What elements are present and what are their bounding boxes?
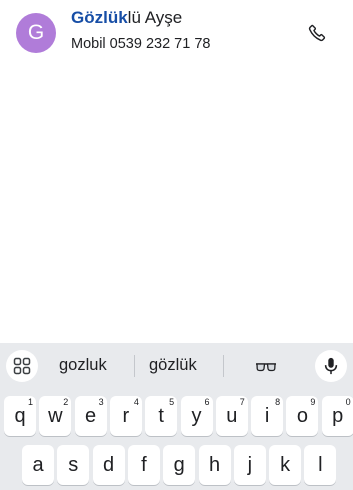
key-r[interactable]: r4 (109, 396, 142, 436)
key-p[interactable]: p0 (321, 396, 353, 436)
suggestion-divider (134, 355, 135, 377)
suggestion-bar: gozluk gözlük (0, 343, 353, 389)
key-o[interactable]: o9 (286, 396, 319, 436)
key-number-hint: 9 (310, 397, 316, 407)
key-label: p (332, 405, 344, 427)
suggestion-1[interactable]: gozluk (59, 356, 107, 375)
key-number-hint: 8 (275, 397, 281, 407)
key-i[interactable]: i8 (251, 396, 284, 436)
key-number-hint: 0 (345, 397, 351, 407)
key-d[interactable]: d (92, 445, 125, 485)
key-g[interactable]: g (163, 445, 196, 485)
glasses-emoji-suggestion[interactable] (255, 358, 277, 374)
key-label: e (85, 405, 97, 427)
key-l[interactable]: l (304, 445, 337, 485)
key-w[interactable]: w2 (39, 396, 72, 436)
contact-name-match: Gözlük (71, 8, 128, 27)
call-button[interactable] (303, 19, 331, 47)
contact-phone-detail: Mobil 0539 232 71 78 (71, 36, 211, 52)
key-h[interactable]: h (198, 445, 231, 485)
key-number-hint: 5 (169, 397, 175, 407)
key-e[interactable]: e3 (74, 396, 107, 436)
on-screen-keyboard: gozluk gözlük q1w2e3r4t5y6u7i8o9p0 asdfg… (0, 343, 353, 490)
key-label: q (14, 405, 26, 427)
key-number-hint: 1 (27, 397, 33, 407)
key-t[interactable]: t5 (145, 396, 178, 436)
keyboard-menu-button[interactable] (6, 350, 38, 382)
key-k[interactable]: k (269, 445, 302, 485)
key-q[interactable]: q1 (4, 396, 36, 436)
key-label: i (264, 405, 270, 427)
key-label: o (296, 405, 308, 427)
key-number-hint: 4 (133, 397, 139, 407)
phone-icon (308, 24, 326, 42)
key-u[interactable]: u7 (215, 396, 248, 436)
contact-avatar: G (16, 13, 56, 53)
contact-result-row[interactable]: G Gözlüklü Ayşe Mobil 0539 232 71 78 (0, 0, 353, 66)
key-j[interactable]: j (233, 445, 266, 485)
key-label: u (226, 405, 238, 427)
mic-icon (324, 357, 338, 375)
grid-icon (13, 357, 31, 375)
suggestion-divider (223, 355, 224, 377)
key-number-hint: 6 (204, 397, 210, 407)
key-a[interactable]: a (22, 445, 54, 485)
key-number-hint: 7 (239, 397, 245, 407)
suggestion-2[interactable]: gözlük (149, 356, 197, 375)
key-y[interactable]: y6 (180, 396, 213, 436)
key-number-hint: 2 (63, 397, 69, 407)
key-label: r (122, 405, 130, 427)
contact-name-rest: lü Ayşe (127, 8, 183, 27)
key-number-hint: 3 (98, 397, 104, 407)
key-s[interactable]: s (57, 445, 90, 485)
key-label: y (191, 405, 202, 427)
screen: G Gözlüklü Ayşe Mobil 0539 232 71 78 goz… (0, 0, 353, 490)
contact-name: Gözlüklü Ayşe (71, 8, 182, 28)
key-label: t (158, 405, 164, 427)
key-label: w (48, 405, 63, 427)
key-f[interactable]: f (127, 445, 160, 485)
voice-input-button[interactable] (315, 350, 347, 382)
